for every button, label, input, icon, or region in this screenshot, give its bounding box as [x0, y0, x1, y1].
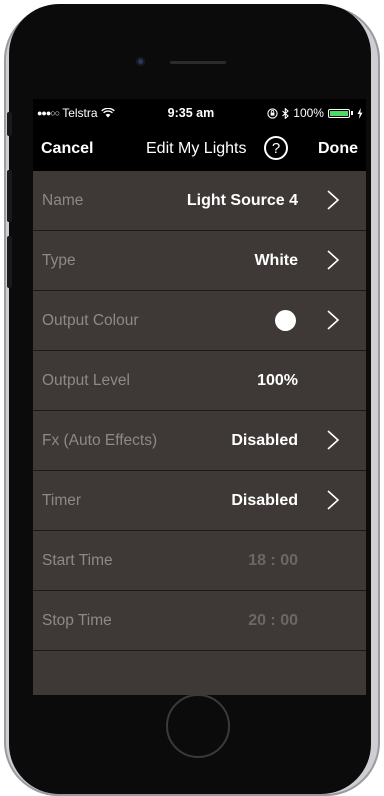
- wifi-icon: [100, 108, 115, 118]
- row-type[interactable]: Type White: [33, 231, 366, 291]
- row-label: Output Level: [42, 371, 130, 389]
- front-camera: [136, 57, 145, 66]
- row-value: Disabled: [231, 431, 298, 449]
- page-title: Edit My Lights: [146, 140, 247, 157]
- battery-icon: [327, 108, 350, 118]
- rotation-lock-icon: [267, 107, 278, 119]
- done-button[interactable]: Done: [318, 140, 358, 158]
- home-button[interactable]: [166, 694, 230, 758]
- row-value: White: [254, 251, 298, 269]
- row-name[interactable]: Name Light Source 4: [33, 171, 366, 231]
- silent-switch: [7, 112, 12, 136]
- chevron-right-icon: [327, 250, 340, 270]
- volume-down-button: [7, 236, 12, 288]
- row-value: 100%: [257, 371, 298, 389]
- row-label: Start Time: [42, 551, 113, 569]
- cancel-button[interactable]: Cancel: [41, 140, 93, 158]
- chevron-right-icon: [327, 190, 340, 210]
- help-icon[interactable]: ?: [264, 136, 288, 160]
- volume-up-button: [7, 170, 12, 222]
- row-start-time: Start Time 18 : 00: [33, 531, 366, 591]
- row-label: Name: [42, 191, 84, 209]
- row-value: 20 : 00: [248, 611, 298, 629]
- status-time: 9:35 am: [167, 106, 215, 120]
- battery-tip: [350, 111, 353, 115]
- row-stop-time: Stop Time 20 : 00: [33, 591, 366, 651]
- row-value: Disabled: [231, 491, 298, 509]
- settings-list: Name Light Source 4 Type White Output Co…: [33, 171, 366, 651]
- charging-icon: [357, 107, 363, 119]
- row-label: Output Colour: [42, 311, 139, 329]
- battery-percent: 100%: [293, 106, 324, 120]
- nav-bar: Cancel Edit My Lights ? Done: [33, 127, 366, 171]
- earpiece-speaker: [170, 61, 226, 64]
- signal-icon: ●●●○○: [37, 108, 60, 118]
- chevron-right-icon: [327, 430, 340, 450]
- colour-swatch: [275, 310, 296, 331]
- row-output-level[interactable]: Output Level 100%: [33, 351, 366, 411]
- chevron-right-icon: [327, 310, 340, 330]
- row-output-colour[interactable]: Output Colour: [33, 291, 366, 351]
- bluetooth-icon: [282, 107, 290, 119]
- carrier-label: Telstra: [62, 106, 98, 120]
- chevron-right-icon: [327, 490, 340, 510]
- row-label: Stop Time: [42, 611, 112, 629]
- row-value: 18 : 00: [248, 551, 298, 569]
- row-value: Light Source 4: [186, 191, 298, 209]
- status-right: 100%: [267, 106, 363, 120]
- status-left: ●●●○○ Telstra: [37, 106, 115, 120]
- row-timer[interactable]: Timer Disabled: [33, 471, 366, 531]
- screen: ●●●○○ Telstra 9:35 am 100% Cancel Edit M…: [33, 99, 366, 695]
- row-label: Type: [42, 251, 76, 269]
- row-label: Timer: [42, 491, 82, 509]
- status-bar: ●●●○○ Telstra 9:35 am 100%: [33, 99, 366, 127]
- row-fx-auto-effects[interactable]: Fx (Auto Effects) Disabled: [33, 411, 366, 471]
- row-label: Fx (Auto Effects): [42, 431, 158, 449]
